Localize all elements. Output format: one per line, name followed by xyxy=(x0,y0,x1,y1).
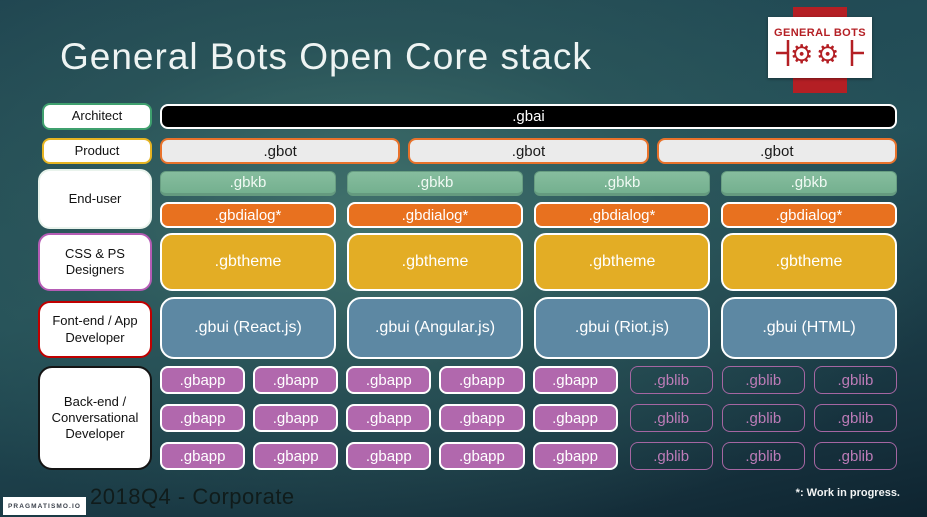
gbapp-box: .gbapp xyxy=(346,442,432,470)
gblib-box: .gblib xyxy=(629,366,713,394)
row-gbdialog: .gbdialog* .gbdialog* .gbdialog* .gbdial… xyxy=(160,202,897,228)
gbkb-box: .gbkb xyxy=(160,171,336,196)
row-gbapp-2: .gbapp .gbapp .gbapp .gbapp .gbapp .gbli… xyxy=(160,404,897,432)
gbtheme-box: .gbtheme xyxy=(534,233,710,291)
gbkb-box: .gbkb xyxy=(534,171,710,196)
gbapp-box: .gbapp xyxy=(160,366,246,394)
gbapp-box: .gbapp xyxy=(160,442,246,470)
gbkb-box: .gbkb xyxy=(721,171,897,196)
gbapp-box: .gbapp xyxy=(346,404,432,432)
work-in-progress-note: *: Work in progress. xyxy=(795,487,900,499)
gblib-box: .gblib xyxy=(629,442,713,470)
row-gbtheme: .gbtheme .gbtheme .gbtheme .gbtheme xyxy=(160,233,897,291)
gbapp-box: .gbapp xyxy=(346,366,432,394)
svg-text:⚙: ⚙ xyxy=(790,40,813,69)
row-gbapp-3: .gbapp .gbapp .gbapp .gbapp .gbapp .gbli… xyxy=(160,442,897,470)
gblib-box: .gblib xyxy=(721,442,805,470)
row-gbot: .gbot .gbot .gbot xyxy=(160,138,897,164)
role-end-user: End-user xyxy=(38,169,152,229)
gbapp-box: .gbapp xyxy=(532,404,618,432)
gblib-box: .gblib xyxy=(629,404,713,432)
gbot-box: .gbot xyxy=(408,138,649,164)
role-css-ps-designers: CSS & PS Designers xyxy=(38,233,152,291)
gbapp-box: .gbapp xyxy=(160,404,246,432)
gbapp-box: .gbapp xyxy=(253,442,339,470)
gbapp-box: .gbapp xyxy=(439,442,525,470)
footer-caption: 2018Q4 - Corporate xyxy=(90,484,295,509)
slide: General Bots Open Core stack GENERAL BOT… xyxy=(0,0,927,517)
gbtheme-box: .gbtheme xyxy=(347,233,523,291)
gbot-box: .gbot xyxy=(656,138,897,164)
gbapp-box: .gbapp xyxy=(253,366,339,394)
gblib-box: .gblib xyxy=(813,442,897,470)
gbui-html-box: .gbui (HTML) xyxy=(721,297,897,359)
gbapp-box: .gbapp xyxy=(253,404,339,432)
role-frontend-app-developer: Font-end / App Developer xyxy=(38,301,152,358)
gbai-box: .gbai xyxy=(160,104,897,129)
gbui-riot-box: .gbui (Riot.js) xyxy=(534,297,710,359)
gbapp-box: .gbapp xyxy=(439,404,525,432)
general-bots-logo: GENERAL BOTS ⚙ ⚙ xyxy=(768,17,872,78)
gbdialog-box: .gbdialog* xyxy=(721,202,897,228)
row-gbkb: .gbkb .gbkb .gbkb .gbkb xyxy=(160,171,897,196)
gears-icon: ⚙ ⚙ xyxy=(776,39,864,69)
svg-text:⚙: ⚙ xyxy=(816,40,839,69)
role-product: Product xyxy=(42,138,152,164)
pragmatismo-logo-text: PRAGMATISMO.IO xyxy=(7,502,82,510)
role-backend-conversational-developer: Back-end / Conversational Developer xyxy=(38,366,152,470)
row-gbai: .gbai xyxy=(160,104,897,129)
gbdialog-box: .gbdialog* xyxy=(160,202,336,228)
pragmatismo-logo: PRAGMATISMO.IO xyxy=(3,497,86,515)
gblib-box: .gblib xyxy=(721,366,805,394)
gbot-box: .gbot xyxy=(160,138,401,164)
gblib-box: .gblib xyxy=(813,366,897,394)
gbapp-box: .gbapp xyxy=(532,366,618,394)
gbtheme-box: .gbtheme xyxy=(160,233,336,291)
role-architect: Architect xyxy=(42,103,152,130)
gbkb-box: .gbkb xyxy=(347,171,523,196)
gbdialog-box: .gbdialog* xyxy=(534,202,710,228)
gblib-box: .gblib xyxy=(813,404,897,432)
gbapp-box: .gbapp xyxy=(439,366,525,394)
gbui-angular-box: .gbui (Angular.js) xyxy=(347,297,523,359)
gbapp-box: .gbapp xyxy=(532,442,618,470)
row-gbapp-1: .gbapp .gbapp .gbapp .gbapp .gbapp .gbli… xyxy=(160,366,897,394)
page-title: General Bots Open Core stack xyxy=(60,36,592,77)
row-gbui: .gbui (React.js) .gbui (Angular.js) .gbu… xyxy=(160,297,897,359)
gbdialog-box: .gbdialog* xyxy=(347,202,523,228)
gbtheme-box: .gbtheme xyxy=(721,233,897,291)
gbui-react-box: .gbui (React.js) xyxy=(160,297,336,359)
gblib-box: .gblib xyxy=(721,404,805,432)
